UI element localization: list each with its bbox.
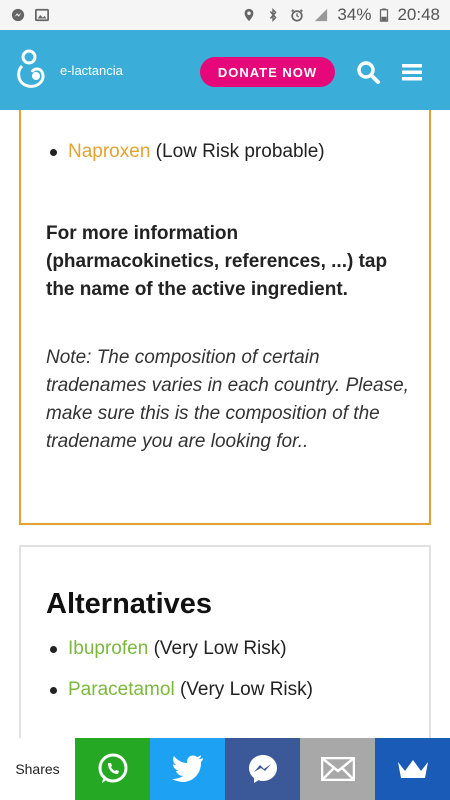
crown-share-button[interactable]: [375, 738, 450, 800]
alternatives-title: Alternatives: [46, 588, 213, 620]
site-header: e-lactancia DONATE NOW: [0, 30, 450, 110]
email-share-button[interactable]: [300, 738, 375, 800]
alarm-icon: [291, 9, 304, 22]
alternative-link-ibuprofen[interactable]: Ibuprofen: [68, 638, 148, 660]
alternative-link-paracetamol[interactable]: Paracetamol: [68, 679, 175, 701]
alternative-risk: (Very Low Risk): [179, 679, 313, 700]
alternative-item: Ibuprofen (Very Low Risk): [50, 638, 287, 660]
crown-icon: [397, 760, 428, 778]
location-icon: [245, 8, 254, 22]
messenger-icon: [11, 8, 25, 22]
clock: 20:48: [397, 5, 440, 24]
menu-icon[interactable]: [399, 59, 425, 85]
status-bar-right: 34% 20:48: [241, 5, 440, 25]
donate-button[interactable]: DONATE NOW: [200, 57, 335, 87]
bluetooth-icon: [270, 8, 278, 22]
status-bar: 34% 20:48: [0, 0, 450, 30]
battery-percent: 34%: [337, 5, 372, 24]
twitter-icon: [171, 755, 203, 782]
image-icon: [35, 8, 49, 22]
whatsapp-icon: [98, 753, 127, 783]
email-icon: [320, 757, 355, 781]
battery-icon: [380, 8, 389, 22]
bullet-dot: [50, 645, 57, 653]
bullet-dot: [50, 148, 57, 156]
twitter-share-button[interactable]: [150, 738, 225, 800]
status-bar-left: [10, 8, 50, 22]
site-name: e-lactancia: [60, 62, 123, 78]
signal-icon: [315, 8, 328, 22]
ingredient-link-naproxen[interactable]: Naproxen: [68, 141, 150, 163]
bullet-dot: [50, 686, 57, 694]
logo-icon: [17, 49, 45, 88]
messenger-icon: [248, 755, 277, 783]
site-logo[interactable]: e-lactancia: [14, 48, 123, 92]
search-icon[interactable]: [355, 59, 381, 85]
messenger-share-button[interactable]: [225, 738, 300, 800]
info-text: For more information (pharmacokinetics, …: [46, 223, 388, 300]
note-text: Note: The composition of certain tradena…: [46, 347, 409, 452]
whatsapp-share-button[interactable]: [75, 738, 150, 800]
shares-label: Shares: [15, 761, 60, 777]
ingredient-risk: (Low Risk probable): [155, 141, 325, 162]
composition-card: [19, 110, 431, 525]
share-bar: Shares: [0, 738, 450, 800]
alternative-item: Paracetamol (Very Low Risk): [50, 679, 313, 701]
alternative-risk: (Very Low Risk): [153, 638, 287, 659]
ingredient-item: Naproxen (Low Risk probable): [50, 141, 325, 163]
